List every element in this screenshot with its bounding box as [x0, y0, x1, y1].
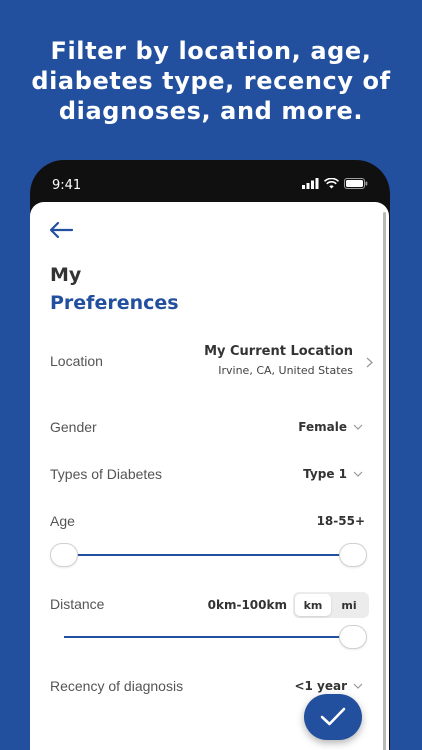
battery-icon [344, 178, 368, 189]
status-icons [302, 178, 368, 189]
age-label: Age [50, 513, 75, 529]
distance-slider-handle[interactable] [339, 625, 367, 649]
age-slider-max-handle[interactable] [339, 543, 367, 567]
location-value: My Current Location [204, 344, 353, 359]
diabetes-type-value: Type 1 [303, 467, 347, 481]
status-bar: 9:41 [30, 160, 390, 204]
distance-value: 0km-100km [207, 598, 287, 612]
scrollbar[interactable] [383, 212, 386, 750]
headline-line-2: diabetes type, recency of [31, 67, 391, 95]
headline-line-3: diagnoses, and more. [58, 97, 364, 125]
gender-value: Female [298, 420, 347, 434]
chevron-down-icon [353, 424, 363, 430]
headline-line-1: Filter by location, age, [50, 37, 372, 65]
age-value: 18-55+ [316, 514, 365, 528]
chevron-down-icon [353, 683, 363, 689]
location-selector[interactable]: My Current Location Irvine, CA, United S… [204, 344, 353, 377]
recency-value: <1 year [294, 679, 347, 693]
age-slider-track[interactable] [64, 554, 354, 556]
headline: Filter by location, age, diabetes type, … [0, 36, 422, 126]
gender-dropdown[interactable]: Female [298, 420, 363, 434]
chevron-right-icon[interactable] [366, 357, 373, 368]
location-subvalue: Irvine, CA, United States [218, 364, 353, 377]
distance-label: Distance [50, 596, 105, 612]
unit-mi-button[interactable]: mi [331, 594, 367, 616]
back-arrow-icon[interactable] [48, 220, 74, 240]
signal-icon [302, 178, 319, 189]
age-slider-min-handle[interactable] [50, 543, 78, 567]
gender-label: Gender [50, 419, 97, 435]
page-title-line-1: My [50, 264, 82, 286]
distance-slider-track[interactable] [64, 636, 354, 638]
chevron-down-icon [353, 471, 363, 477]
apply-filters-button[interactable] [304, 694, 362, 740]
checkmark-icon [320, 707, 346, 726]
status-time: 9:41 [52, 178, 82, 193]
distance-unit-toggle[interactable]: km mi [293, 592, 369, 618]
app-screen: My Preferences Location My Current Locat… [30, 202, 389, 750]
diabetes-type-dropdown[interactable]: Type 1 [303, 467, 363, 481]
wifi-icon [324, 178, 339, 189]
recency-dropdown[interactable]: <1 year [294, 679, 363, 693]
unit-km-button[interactable]: km [295, 594, 331, 616]
recency-label: Recency of diagnosis [50, 678, 184, 694]
diabetes-type-label: Types of Diabetes [50, 466, 163, 482]
location-label: Location [50, 353, 103, 369]
page-title-line-2: Preferences [50, 292, 179, 314]
